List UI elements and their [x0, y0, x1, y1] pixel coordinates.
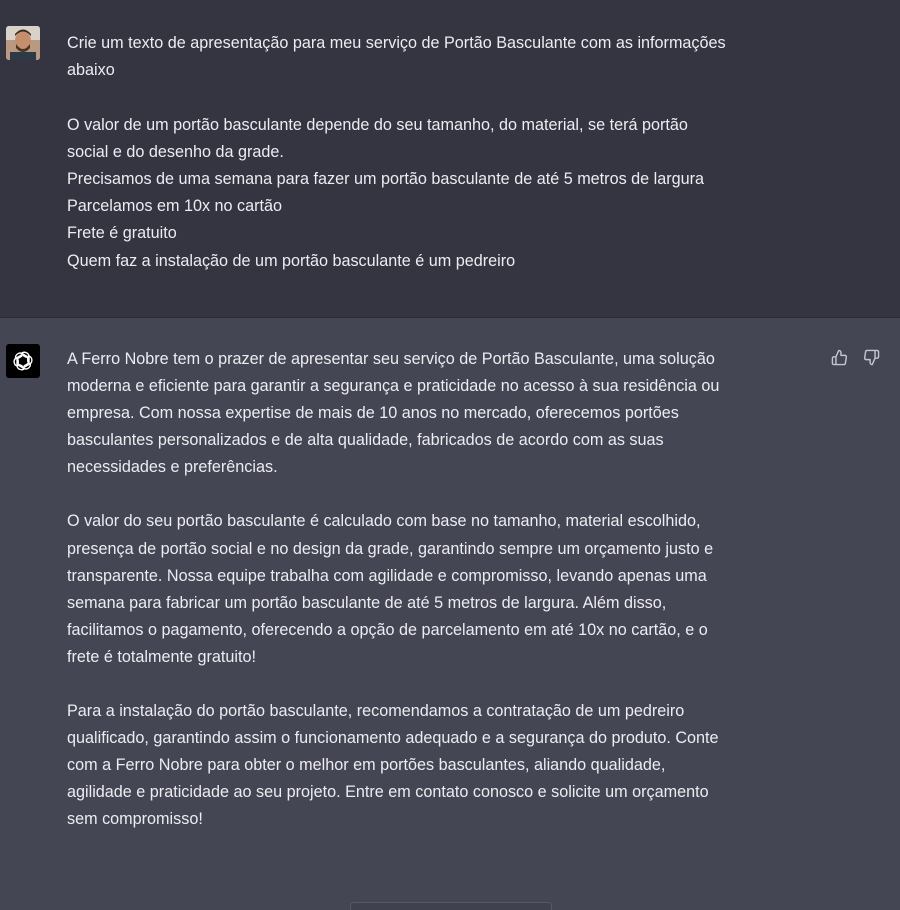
thumbs-down-icon[interactable] [860, 346, 882, 368]
user-avatar [6, 26, 40, 60]
thumbs-up-icon[interactable] [828, 346, 850, 368]
assistant-message-text: A Ferro Nobre tem o prazer de apresentar… [67, 346, 812, 861]
user-message-text: Crie um texto de apresentação para meu s… [67, 30, 827, 275]
user-message-block: Crie um texto de apresentação para meu s… [0, 0, 900, 318]
user-line: Parcelamos em 10x no cartão [67, 197, 283, 216]
assistant-line: qualificado, garantindo assim o funciona… [67, 729, 719, 748]
openai-logo-icon [6, 344, 40, 378]
user-line-gap [67, 84, 827, 111]
assistant-paragraph: Para a instalação do portão basculante, … [67, 698, 812, 833]
assistant-line: presença de portão social e no design da… [67, 539, 714, 558]
user-line: Quem faz a instalação de um portão bascu… [67, 251, 516, 270]
assistant-line: moderna e eficiente para garantir a segu… [67, 377, 720, 396]
assistant-paragraph: O valor do seu portão basculante é calcu… [67, 508, 812, 671]
assistant-line: A Ferro Nobre tem o prazer de apresentar… [67, 350, 715, 368]
assistant-line: basculantes personalizados e de alta qua… [67, 431, 664, 450]
user-line: social e do desenho da grade. [67, 142, 284, 161]
feedback-buttons [828, 346, 882, 368]
assistant-line: necessidades e preferências. [67, 458, 278, 477]
assistant-line: sem compromisso! [67, 810, 203, 829]
regenerate-button-edge[interactable] [350, 902, 552, 910]
user-line: abaixo [67, 61, 115, 80]
user-line: Precisamos de uma semana para fazer um p… [67, 170, 705, 188]
user-line: Crie um texto de apresentação para meu s… [67, 34, 726, 52]
assistant-line: empresa. Com nossa expertise de mais de … [67, 404, 679, 423]
assistant-paragraph: A Ferro Nobre tem o prazer de apresentar… [67, 346, 812, 481]
assistant-line: frete é totalmente gratuito! [67, 647, 256, 666]
assistant-line: agilidade e praticidade ao seu projeto. … [67, 783, 709, 802]
assistant-line: com a Ferro Nobre para obter o melhor em… [67, 756, 666, 775]
assistant-line: semana para fabricar um portão basculant… [67, 593, 667, 612]
assistant-line: Para a instalação do portão basculante, … [67, 702, 685, 721]
assistant-line: transparente. Nossa equipe trabalha com … [67, 566, 707, 585]
assistant-line: O valor do seu portão basculante é calcu… [67, 512, 701, 531]
assistant-line: facilitamos o pagamento, oferecendo a op… [67, 620, 708, 639]
user-line: O valor de um portão basculante depende … [67, 115, 688, 134]
user-line: Frete é gratuito [67, 224, 177, 243]
